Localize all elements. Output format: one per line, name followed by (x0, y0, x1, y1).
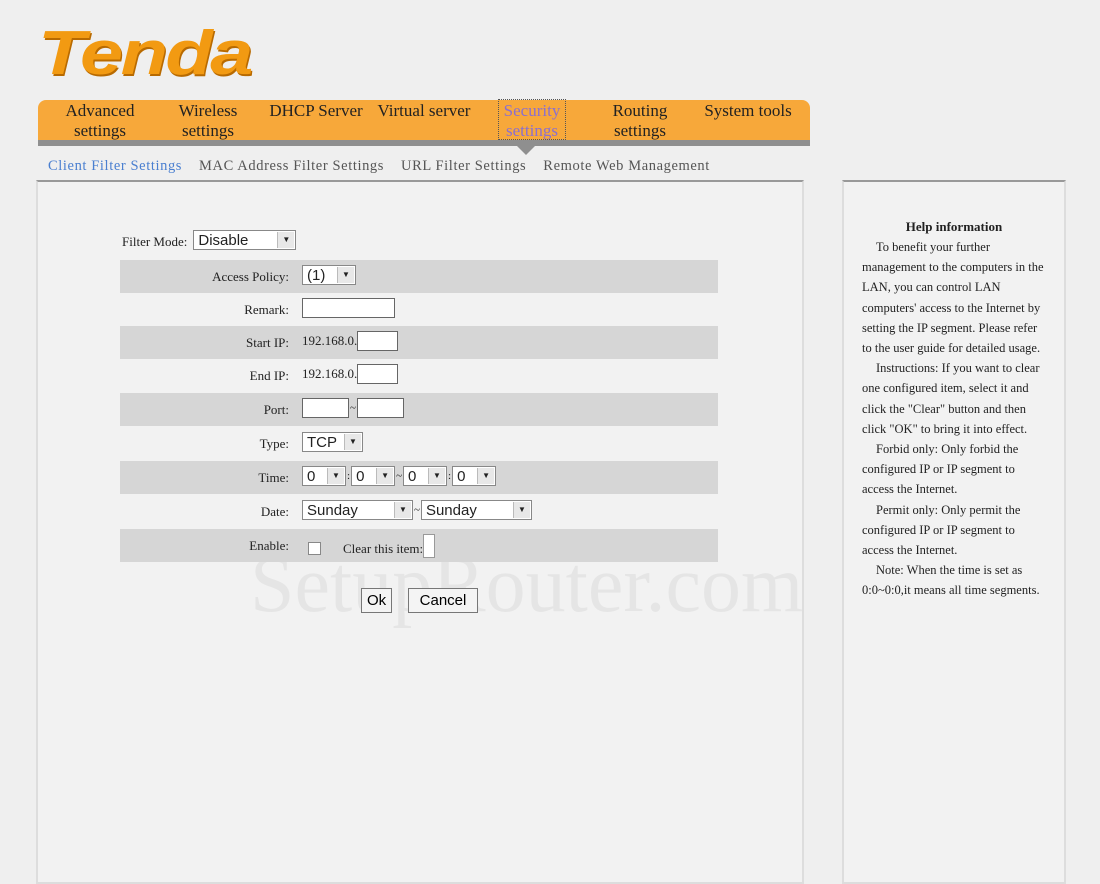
help-panel: Help information To benefit your further… (842, 180, 1066, 884)
time-label: Time: (258, 470, 289, 485)
port-from-input[interactable] (302, 398, 349, 418)
access-policy-label: Access Policy: (212, 269, 289, 284)
access-policy-row: Access Policy: (1) ▼ (120, 260, 718, 293)
date-separator: ~ (414, 504, 420, 516)
help-paragraph: To benefit your further management to th… (862, 240, 1044, 356)
start-ip-input[interactable] (357, 331, 399, 351)
start-ip-label: Start IP: (246, 335, 289, 350)
remark-input[interactable] (302, 298, 395, 318)
clear-item-checkbox[interactable] (423, 534, 436, 558)
help-paragraph: Forbid only: Only forbid the configured … (862, 442, 1019, 497)
end-minute-select[interactable]: 0 ▼ (452, 466, 497, 486)
ok-button[interactable]: Ok (361, 588, 393, 613)
chevron-down-icon: ▼ (327, 468, 344, 484)
chevron-down-icon: ▼ (428, 468, 446, 484)
type-value: TCP (307, 434, 337, 451)
date-label: Date: (260, 504, 289, 519)
start-hour-value: 0 (307, 468, 316, 485)
main-nav: Advanced settings Wireless settings DHCP… (38, 99, 810, 146)
help-paragraph: Instructions: If you want to clear one c… (862, 361, 1040, 436)
end-ip-prefix: 192.168.0. (302, 366, 358, 381)
date-row: Date: Sunday ▼ ~ Sunday ▼ (120, 495, 718, 528)
filter-mode-value: Disable (198, 232, 249, 249)
enable-row: Enable: Clear this item: (120, 529, 718, 562)
date-to-value: Sunday (425, 502, 477, 519)
end-hour-value: 0 (408, 468, 417, 485)
subnav-remote-web-management[interactable]: Remote Web Management (543, 158, 710, 175)
end-ip-row: End IP: 192.168.0. (120, 359, 718, 392)
type-select[interactable]: TCP ▼ (302, 432, 363, 452)
end-minute-value: 0 (457, 468, 466, 485)
chevron-down-icon: ▼ (277, 232, 295, 248)
nav-dhcp-server[interactable]: DHCP Server (262, 100, 370, 140)
filter-mode-select[interactable]: Disable ▼ (193, 230, 297, 250)
chevron-down-icon: ▼ (376, 468, 394, 484)
date-to-select[interactable]: Sunday ▼ (420, 500, 532, 520)
nav-security-settings[interactable]: Security settings (498, 99, 566, 140)
filter-mode-label: Filter Mode: (122, 234, 188, 249)
nav-virtual-server[interactable]: Virtual server (370, 100, 478, 140)
enable-checkbox[interactable] (308, 541, 321, 555)
access-policy-select[interactable]: (1) ▼ (302, 265, 356, 285)
time-colon: : (448, 470, 452, 482)
start-ip-prefix: 192.168.0. (302, 333, 358, 348)
subnav-client-filter[interactable]: Client Filter Settings (48, 158, 182, 175)
date-from-value: Sunday (307, 502, 358, 519)
start-ip-row: Start IP: 192.168.0. (120, 326, 718, 359)
end-hour-select[interactable]: 0 ▼ (403, 466, 448, 486)
chevron-down-icon: ▼ (337, 267, 354, 283)
remark-label: Remark: (244, 302, 289, 317)
enable-label: Enable: (249, 538, 289, 553)
chevron-down-icon: ▼ (394, 502, 411, 518)
chevron-down-icon: ▼ (344, 434, 361, 450)
end-ip-label: End IP: (249, 368, 289, 383)
start-hour-select[interactable]: 0 ▼ (302, 466, 346, 486)
start-minute-select[interactable]: 0 ▼ (351, 466, 396, 486)
time-separator: ~ (396, 470, 403, 482)
help-paragraph: Permit only: Only permit the configured … (862, 502, 1021, 558)
port-label: Port: (263, 402, 289, 417)
time-row: Time: 0 ▼ : 0 ▼ ~ 0 ▼ : 0 ▼ (120, 461, 718, 494)
access-policy-value: (1) (307, 267, 326, 284)
port-row: Port: ~ (120, 393, 718, 426)
nav-system-tools[interactable]: System tools (694, 100, 802, 140)
tenda-logo: Tenda (38, 19, 253, 88)
subnav-mac-filter[interactable]: MAC Address Filter Settings (199, 158, 384, 175)
subnav-url-filter[interactable]: URL Filter Settings (401, 158, 526, 175)
time-colon: : (347, 470, 351, 482)
active-tab-pointer-icon (517, 146, 535, 155)
help-paragraph: Note: When the time is set as 0:0~0:0,it… (862, 563, 1040, 598)
clear-item-label: Clear this item: (343, 541, 424, 556)
nav-routing-settings[interactable]: Routing settings (586, 100, 694, 140)
sub-nav: Client Filter Settings MAC Address Filte… (48, 158, 710, 175)
end-ip-input[interactable] (357, 364, 399, 384)
nav-advanced-settings[interactable]: Advanced settings (46, 100, 154, 140)
type-label: Type: (259, 436, 289, 451)
port-separator: ~ (350, 402, 356, 414)
cancel-button[interactable]: Cancel (408, 588, 478, 613)
date-from-select[interactable]: Sunday ▼ (302, 500, 413, 520)
type-row: Type: TCP ▼ (120, 427, 718, 460)
chevron-down-icon: ▼ (477, 468, 495, 484)
remark-row: Remark: (120, 293, 718, 326)
start-minute-value: 0 (356, 468, 365, 485)
port-to-input[interactable] (356, 398, 404, 418)
filter-mode-row: Filter Mode: Disable ▼ (122, 230, 297, 250)
help-title: Help information (905, 219, 1003, 234)
nav-wireless-settings[interactable]: Wireless settings (154, 100, 262, 140)
chevron-down-icon: ▼ (512, 502, 530, 518)
